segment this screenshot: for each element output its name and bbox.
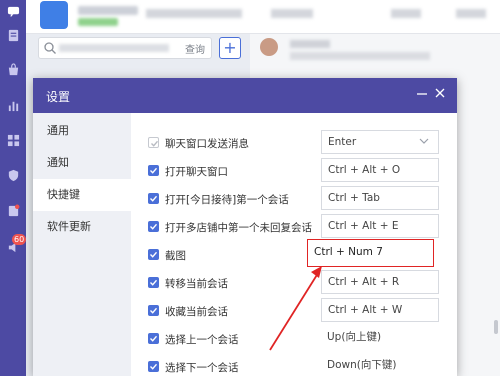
shortcut-value: Up(向上键)	[327, 331, 382, 343]
check-icon	[150, 363, 158, 370]
shortcut-label: 聊天窗口发送消息	[165, 138, 249, 150]
shortcut-value: Enter	[328, 136, 357, 148]
app-sidebar: 60	[0, 0, 27, 376]
close-button[interactable]	[433, 86, 447, 100]
check-icon	[150, 167, 158, 174]
shortcut-label: 转移当前会话	[165, 278, 228, 290]
chevron-down-icon	[419, 138, 429, 144]
minimize-icon	[417, 93, 427, 95]
dialog-title: 设置	[46, 90, 71, 104]
avatar	[260, 38, 278, 56]
checkbox[interactable]	[148, 333, 159, 344]
shortcut-input[interactable]: Ctrl + Alt + W	[321, 298, 439, 322]
check-icon	[150, 307, 158, 314]
shortcut-row: 选择上一个会话 Up(向上键)	[131, 325, 457, 353]
blurred-text	[59, 44, 169, 52]
shortcut-row: 聊天窗口发送消息 Enter	[131, 129, 457, 157]
blurred-text	[271, 9, 313, 18]
shortcut-row: 打开[今日接待]第一个会话 Ctrl + Tab	[131, 185, 457, 213]
blurred-text	[78, 18, 118, 26]
shortcut-settings: 聊天窗口发送消息 Enter 打开聊天窗口 Ctrl + Alt + O 打开[…	[131, 113, 457, 376]
shortcut-value: Down(向下键)	[327, 359, 397, 371]
checkbox[interactable]	[148, 193, 159, 204]
blurred-text	[290, 52, 430, 60]
shortcut-input[interactable]: Ctrl + Alt + E	[321, 214, 439, 238]
nav-item-software-update[interactable]: 软件更新	[33, 211, 131, 243]
send-key-select[interactable]: Enter	[321, 130, 439, 154]
shortcut-label: 打开[今日接待]第一个会话	[165, 194, 289, 206]
minimize-button[interactable]	[415, 87, 429, 101]
shortcut-row: 打开多店铺中第一个未回复会话 Ctrl + Alt + E	[131, 213, 457, 241]
check-icon	[150, 223, 158, 230]
nav-item-notifications[interactable]: 通知	[33, 147, 131, 179]
checkbox[interactable]	[148, 361, 159, 372]
add-button[interactable]: +	[219, 37, 241, 59]
check-icon	[150, 195, 158, 202]
settings-dialog: 设置 通用 通知 快捷键 软件更新 聊天窗口发送消息 Enter 打开聊天窗口 …	[33, 78, 457, 376]
shortcut-label: 选择上一个会话	[165, 334, 239, 346]
scrollbar[interactable]	[494, 320, 498, 334]
check-icon	[150, 251, 158, 258]
nav-item-shortcuts[interactable]: 快捷键	[33, 179, 131, 211]
shield-icon[interactable]	[6, 168, 20, 182]
app-header	[26, 0, 500, 34]
search-button[interactable]: 查询	[185, 41, 205, 56]
shortcut-input[interactable]: Ctrl + Alt + O	[321, 158, 439, 182]
shortcut-input[interactable]: Ctrl + Tab	[321, 186, 439, 210]
nav-item-general[interactable]: 通用	[33, 115, 131, 147]
settings-nav: 通用 通知 快捷键 软件更新	[33, 113, 131, 376]
blurred-text	[290, 40, 330, 48]
shortcut-label: 收藏当前会话	[165, 306, 228, 318]
apps-icon[interactable]	[6, 133, 20, 147]
bag-icon[interactable]	[6, 62, 20, 76]
shortcut-row: 截图 Ctrl + Num 7	[131, 239, 457, 269]
check-icon	[151, 140, 159, 147]
checkbox[interactable]	[148, 305, 159, 316]
shortcut-label: 打开多店铺中第一个未回复会话	[165, 222, 312, 234]
checkbox[interactable]	[148, 165, 159, 176]
blurred-text	[146, 9, 242, 18]
chat-icon[interactable]	[6, 4, 20, 18]
search-icon	[44, 42, 56, 54]
shortcut-row: 收藏当前会话 Ctrl + Alt + W	[131, 297, 457, 325]
blurred-text	[78, 6, 138, 15]
checkbox[interactable]	[148, 277, 159, 288]
dialog-titlebar: 设置	[33, 78, 457, 113]
shortcut-input[interactable]: Ctrl + Alt + R	[321, 270, 439, 294]
shortcut-row: 选择下一个会话 Down(向下键)	[131, 353, 457, 376]
blurred-text	[456, 9, 486, 18]
shortcut-label: 打开聊天窗口	[165, 166, 228, 178]
checkbox[interactable]	[148, 221, 159, 232]
check-icon	[150, 279, 158, 286]
shortcut-row: 转移当前会话 Ctrl + Alt + R	[131, 269, 457, 297]
shop-logo	[40, 1, 68, 29]
shortcut-label: 截图	[165, 250, 186, 262]
shortcut-row: 打开聊天窗口 Ctrl + Alt + O	[131, 157, 457, 185]
checkbox-disabled	[148, 137, 159, 148]
blurred-text	[391, 9, 421, 18]
shortcut-label: 选择下一个会话	[165, 362, 239, 374]
search-input[interactable]: 查询	[38, 37, 212, 59]
document-icon[interactable]	[6, 28, 20, 42]
chart-icon[interactable]	[6, 98, 20, 112]
close-icon	[435, 88, 445, 98]
task-icon[interactable]	[6, 203, 20, 217]
screenshot-shortcut-input[interactable]: Ctrl + Num 7	[307, 239, 434, 267]
notification-badge: 60	[12, 234, 27, 245]
checkbox[interactable]	[148, 249, 159, 260]
check-icon	[150, 335, 158, 342]
